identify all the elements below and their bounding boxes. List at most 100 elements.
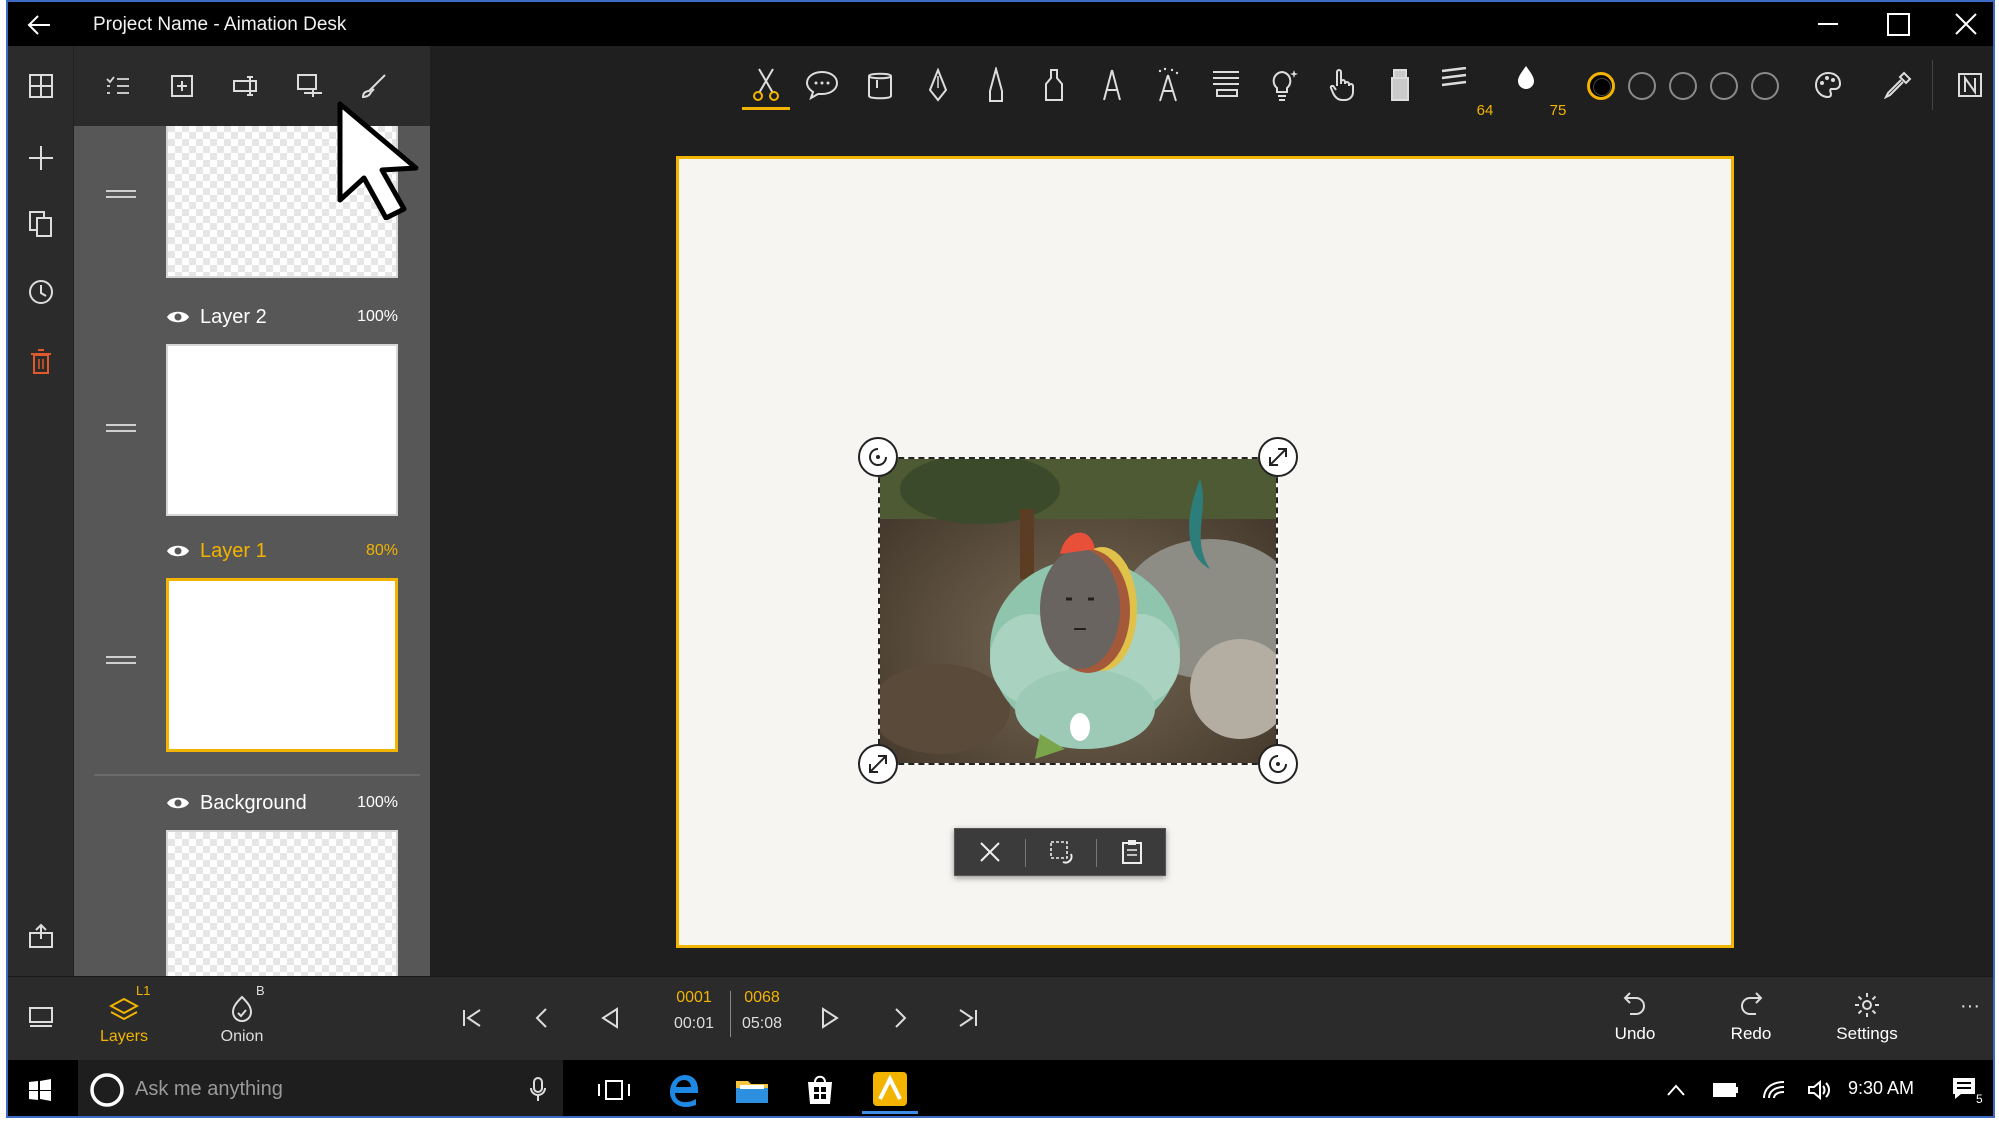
pasted-image-selection[interactable] xyxy=(878,457,1278,765)
color-swatch[interactable] xyxy=(1669,72,1697,100)
color-swatch-selected[interactable] xyxy=(1587,72,1615,100)
resize-handle[interactable] xyxy=(858,744,898,784)
store-icon xyxy=(808,1075,832,1104)
settings-label: Settings xyxy=(1836,1024,1898,1043)
transform-button[interactable] xyxy=(1026,829,1096,875)
add-layer-icon xyxy=(171,75,193,97)
tool-pencil[interactable] xyxy=(972,60,1020,110)
brush-size-control[interactable] xyxy=(1430,54,1478,104)
layers-tab[interactable]: L1 Layers xyxy=(74,983,174,1057)
background-divider xyxy=(94,774,420,776)
grid-view-button[interactable] xyxy=(17,62,65,110)
layer-thumbnail-selected[interactable] xyxy=(166,578,398,752)
layer-header[interactable]: Layer 2 100% xyxy=(166,304,398,332)
window-title: Project Name - Aimation Desk xyxy=(93,14,347,35)
first-frame-button[interactable] xyxy=(448,993,496,1043)
task-view-button[interactable] xyxy=(586,1066,642,1114)
selection-context-menu xyxy=(954,828,1166,876)
copy-icon xyxy=(29,211,52,237)
next-button[interactable] xyxy=(876,993,924,1043)
opacity-control[interactable] xyxy=(1502,52,1550,102)
tool-eraser[interactable] xyxy=(1376,60,1424,110)
frames-button[interactable] xyxy=(17,993,65,1041)
export-button[interactable] xyxy=(17,912,65,960)
layer-thumbnail[interactable] xyxy=(166,830,398,976)
close-window-button[interactable] xyxy=(1936,6,1993,42)
history-button[interactable] xyxy=(17,268,65,316)
tool-calligraphy[interactable] xyxy=(1088,60,1136,110)
search-box[interactable]: Ask me anything xyxy=(78,1060,563,1116)
more-options-button[interactable]: ··· xyxy=(1960,995,1980,1018)
eyedropper-button[interactable] xyxy=(1874,60,1922,110)
rename-layer-button[interactable] xyxy=(222,62,270,110)
previous-button[interactable] xyxy=(518,993,566,1043)
add-button[interactable] xyxy=(17,134,65,182)
last-frame-button[interactable] xyxy=(944,993,992,1043)
delete-button[interactable] xyxy=(17,338,65,386)
resize-icon xyxy=(1269,448,1287,466)
onion-tab[interactable]: B Onion xyxy=(192,983,292,1057)
canvas-icon xyxy=(1958,73,1982,97)
tool-cut[interactable] xyxy=(742,60,790,110)
merge-layer-button[interactable] xyxy=(286,62,334,110)
store-button[interactable] xyxy=(792,1066,848,1114)
roller-icon xyxy=(1213,71,1239,97)
export-icon xyxy=(29,923,53,948)
color-swatch[interactable] xyxy=(1628,72,1656,100)
layer-header-active[interactable]: Layer 1 80% xyxy=(166,538,398,566)
show-hidden-icons-button[interactable] xyxy=(1648,1066,1704,1114)
timeline-bar: 0001 00:01 0068 05:08 Undo Redo Settings… xyxy=(430,976,1993,1060)
undo-button[interactable]: Undo xyxy=(1590,985,1680,1057)
start-button[interactable] xyxy=(12,1066,68,1114)
settings-button[interactable]: Settings xyxy=(1822,985,1912,1057)
drag-handle[interactable] xyxy=(106,424,136,432)
clock[interactable]: 9:30 AM xyxy=(1848,1078,1914,1099)
search-placeholder: Ask me anything xyxy=(135,1078,283,1100)
tool-roller[interactable] xyxy=(1202,60,1250,110)
redo-label: Redo xyxy=(1730,1024,1772,1043)
file-explorer-button[interactable] xyxy=(724,1066,780,1114)
action-center-button[interactable]: 5 xyxy=(1938,1066,1993,1114)
maximize-button[interactable] xyxy=(1868,6,1928,42)
rotate-handle[interactable] xyxy=(858,437,898,477)
eye-icon[interactable] xyxy=(166,541,190,561)
layer-header[interactable]: Background 100% xyxy=(166,790,398,818)
rotate-handle[interactable] xyxy=(1258,744,1298,784)
cancel-paste-button[interactable] xyxy=(955,829,1025,875)
plus-icon xyxy=(29,146,53,170)
edge-browser-button[interactable] xyxy=(654,1066,710,1114)
minimize-button[interactable] xyxy=(1798,6,1858,42)
color-swatch[interactable] xyxy=(1710,72,1738,100)
back-button[interactable] xyxy=(22,8,70,42)
animation-desk-taskbar-button[interactable] xyxy=(862,1066,918,1114)
tool-bulb[interactable] xyxy=(1260,60,1308,110)
tool-pen[interactable] xyxy=(914,60,962,110)
layers-tab-label: Layers xyxy=(99,1028,149,1045)
add-layer-button[interactable] xyxy=(158,62,206,110)
layer-list-button[interactable] xyxy=(94,62,142,110)
tool-speech-bubble[interactable] xyxy=(798,60,846,110)
paste-button[interactable] xyxy=(1097,829,1167,875)
tool-airbrush[interactable] xyxy=(1144,60,1192,110)
canvas-settings-button[interactable] xyxy=(1946,60,1993,110)
copy-button[interactable] xyxy=(17,200,65,248)
left-rail xyxy=(8,46,74,1060)
play-button[interactable] xyxy=(806,993,854,1043)
play-reverse-button[interactable] xyxy=(586,993,634,1043)
airbrush-icon xyxy=(1158,67,1179,102)
tool-marker[interactable] xyxy=(1030,60,1078,110)
resize-handle[interactable] xyxy=(1258,437,1298,477)
volume-indicator[interactable] xyxy=(1792,1066,1848,1114)
color-swatch[interactable] xyxy=(1751,72,1779,100)
tool-bucket[interactable] xyxy=(856,60,904,110)
eye-icon[interactable] xyxy=(166,307,190,327)
drag-handle[interactable] xyxy=(106,656,136,664)
palette-button[interactable] xyxy=(1804,60,1852,110)
layer-thumbnail[interactable] xyxy=(166,344,398,516)
frame-divider xyxy=(730,991,731,1037)
history-icon xyxy=(29,280,53,304)
drag-handle[interactable] xyxy=(106,190,136,198)
redo-button[interactable]: Redo xyxy=(1706,985,1796,1057)
tool-hand[interactable] xyxy=(1318,60,1366,110)
eye-icon[interactable] xyxy=(166,793,190,813)
